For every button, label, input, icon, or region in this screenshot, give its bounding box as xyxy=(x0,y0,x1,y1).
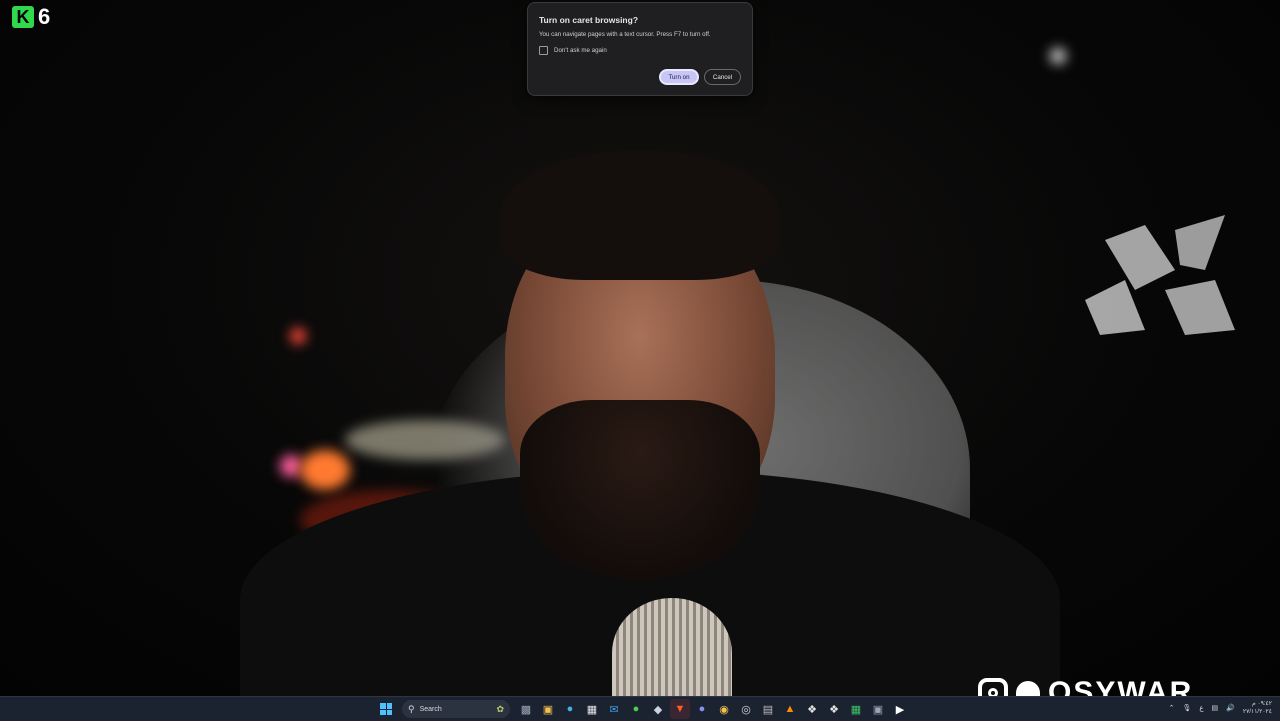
brave-icon[interactable]: ▼ xyxy=(670,699,690,719)
turn-on-button[interactable]: Turn on xyxy=(659,69,699,85)
channel-logo: K 6 xyxy=(12,4,50,30)
discord-icon[interactable]: ● xyxy=(692,699,712,719)
video-frame xyxy=(0,0,1280,696)
dont-ask-again-checkbox[interactable] xyxy=(539,46,548,55)
language-indicator[interactable]: ع xyxy=(1199,704,1203,712)
bokeh-light xyxy=(290,328,306,344)
start-button[interactable] xyxy=(376,699,396,719)
chevron-up-icon[interactable]: ⌃ xyxy=(1169,704,1175,712)
steam-icon[interactable]: ◆ xyxy=(648,699,668,719)
taskbar-apps: ⚲ Search ✿ ▩ ▣ ● ▦ ✉ ● ◆ ▼ ● ◉ ◎ ▤ ▲ ❖ ❖… xyxy=(376,699,910,719)
folder-icon[interactable]: ▣ xyxy=(538,699,558,719)
store-icon[interactable]: ▦ xyxy=(582,699,602,719)
xbox-icon[interactable]: ● xyxy=(626,699,646,719)
bokeh-light xyxy=(1050,48,1066,64)
windows-icon xyxy=(380,703,392,715)
clock-date: ٢٧/١١/٢٠٢٤ xyxy=(1242,709,1272,715)
wall-light-panels xyxy=(1085,215,1235,335)
logo-number: 6 xyxy=(38,4,51,29)
taskbar-search[interactable]: ⚲ Search ✿ xyxy=(402,700,510,718)
search-highlight-icon: ✿ xyxy=(496,703,504,714)
clock[interactable]: ٠٩:٤٢ م ٢٧/١١/٢٠٢٤ xyxy=(1243,700,1272,716)
chrome-icon[interactable]: ◉ xyxy=(714,699,734,719)
app-icon[interactable]: ❖ xyxy=(824,699,844,719)
terminal-icon[interactable]: ▤ xyxy=(758,699,778,719)
search-label: Search xyxy=(419,705,442,713)
dont-ask-again-option[interactable]: Don't ask me again xyxy=(539,46,607,55)
network-icon[interactable]: ▤ xyxy=(1212,704,1219,712)
volume-icon[interactable]: 🔊 xyxy=(1226,704,1235,712)
excel-icon[interactable]: ▦ xyxy=(846,699,866,719)
dialog-title: Turn on caret browsing? xyxy=(539,15,639,25)
person-hair xyxy=(500,150,780,280)
taskbar: ⚲ Search ✿ ▩ ▣ ● ▦ ✉ ● ◆ ▼ ● ◉ ◎ ▤ ▲ ❖ ❖… xyxy=(0,696,1280,721)
mail-icon[interactable]: ✉ xyxy=(604,699,624,719)
system-tray: ⌃ 🎙 ع ▤ 🔊 ٠٩:٤٢ م ٢٧/١١/٢٠٢٤ xyxy=(1169,700,1272,716)
app-icon[interactable]: ▣ xyxy=(868,699,888,719)
file-explorer-icon[interactable]: ▩ xyxy=(516,699,536,719)
logo-letter: K xyxy=(12,6,34,28)
person-beard xyxy=(520,400,760,580)
cancel-button[interactable]: Cancel xyxy=(704,69,741,85)
media-player-icon[interactable]: ▶ xyxy=(890,699,910,719)
bokeh-light xyxy=(280,455,302,477)
bokeh-light xyxy=(300,450,350,490)
caret-browsing-dialog: Turn on caret browsing? You can navigate… xyxy=(527,2,753,96)
checkbox-label: Don't ask me again xyxy=(554,47,607,54)
obs-icon[interactable]: ◎ xyxy=(736,699,756,719)
edge-icon[interactable]: ● xyxy=(560,699,580,719)
clock-time: ٠٩:٤٢ م xyxy=(1252,701,1272,707)
vlc-icon[interactable]: ▲ xyxy=(780,699,800,719)
search-icon: ⚲ xyxy=(408,703,415,714)
microphone-icon[interactable]: 🎙 xyxy=(1182,704,1191,712)
dialog-body: You can navigate pages with a text curso… xyxy=(539,31,711,38)
app-icon[interactable]: ❖ xyxy=(802,699,822,719)
